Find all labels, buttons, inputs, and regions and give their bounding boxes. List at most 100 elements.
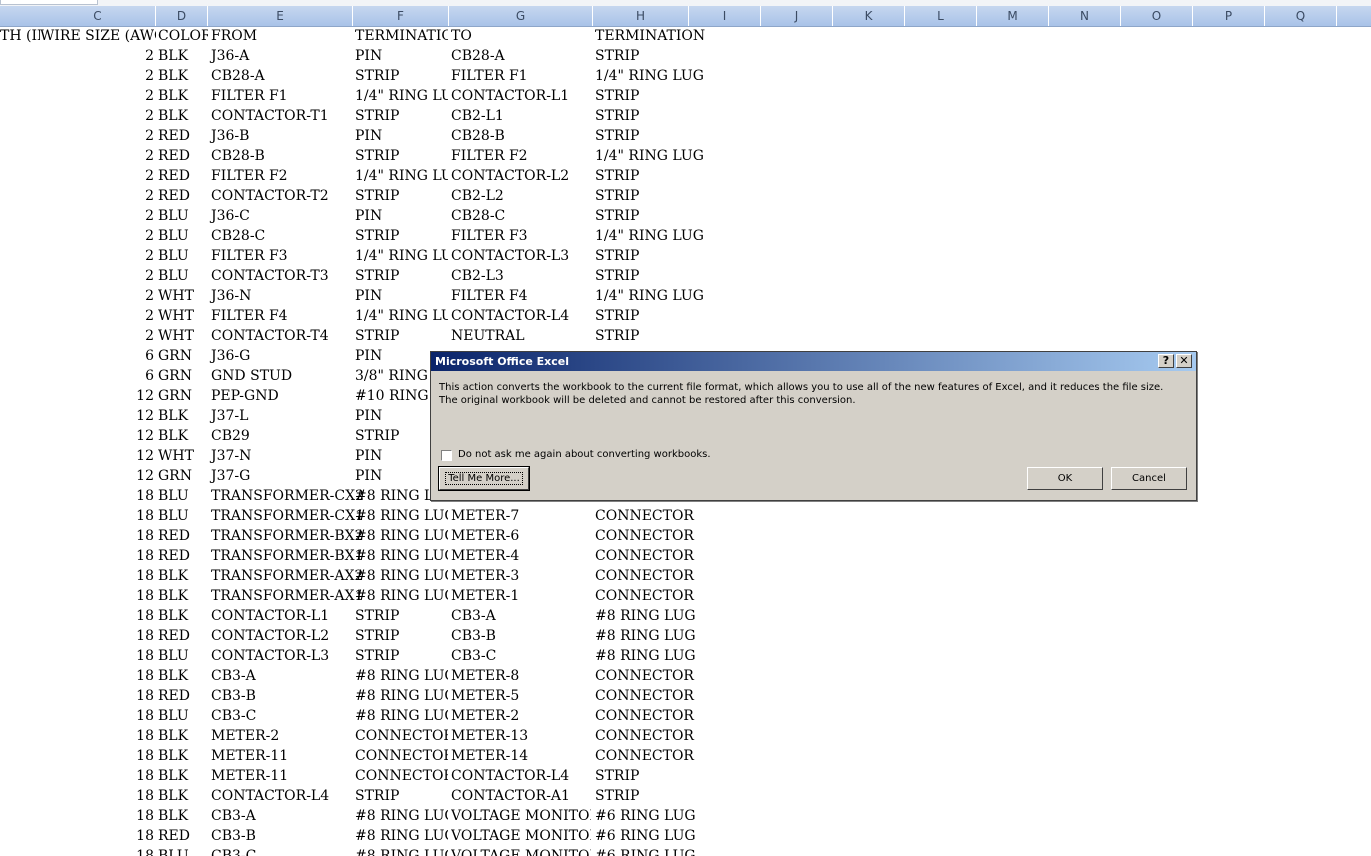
- from-termination-cell[interactable]: PIN: [355, 126, 448, 146]
- color-cell[interactable]: RED: [158, 826, 208, 846]
- from-termination-cell[interactable]: #8 RING LUG: [355, 546, 448, 566]
- color-cell[interactable]: RED: [158, 546, 208, 566]
- to-termination-cell[interactable]: STRIP: [595, 246, 735, 266]
- from-cell[interactable]: METER-11: [211, 746, 351, 766]
- to-termination-cell[interactable]: 1/4" RING LUG: [595, 226, 735, 246]
- color-cell[interactable]: WHT: [158, 306, 208, 326]
- from-termination-cell[interactable]: 1/4" RING LUG: [355, 306, 448, 326]
- header-cell-e[interactable]: FROM: [211, 26, 351, 46]
- from-cell[interactable]: J37-L: [211, 406, 351, 426]
- header-cell-b[interactable]: TH (IN: [0, 26, 40, 46]
- wire-size-cell[interactable]: 18: [40, 826, 154, 846]
- to-termination-cell[interactable]: STRIP: [595, 86, 735, 106]
- close-button[interactable]: ✕: [1176, 354, 1192, 368]
- wire-size-cell[interactable]: 18: [40, 766, 154, 786]
- wire-size-cell[interactable]: 2: [40, 46, 154, 66]
- color-cell[interactable]: RED: [158, 186, 208, 206]
- wire-size-cell[interactable]: 18: [40, 626, 154, 646]
- from-termination-cell[interactable]: CONNECTOR: [355, 726, 448, 746]
- column-header-c[interactable]: C: [40, 6, 156, 26]
- color-cell[interactable]: BLU: [158, 226, 208, 246]
- column-header-g[interactable]: G: [449, 6, 593, 26]
- color-cell[interactable]: RED: [158, 146, 208, 166]
- from-termination-cell[interactable]: STRIP: [355, 786, 448, 806]
- to-cell[interactable]: METER-8: [451, 666, 591, 686]
- header-cell-d[interactable]: COLOR: [158, 26, 208, 46]
- color-cell[interactable]: BLU: [158, 506, 208, 526]
- wire-size-cell[interactable]: 6: [40, 346, 154, 366]
- to-cell[interactable]: CB3-B: [451, 626, 591, 646]
- column-header-i[interactable]: I: [689, 6, 761, 26]
- from-cell[interactable]: GND STUD: [211, 366, 351, 386]
- wire-size-cell[interactable]: 2: [40, 206, 154, 226]
- from-cell[interactable]: FILTER F4: [211, 306, 351, 326]
- to-cell[interactable]: FILTER F1: [451, 66, 591, 86]
- wire-size-cell[interactable]: 18: [40, 746, 154, 766]
- color-cell[interactable]: BLU: [158, 266, 208, 286]
- from-cell[interactable]: CB3-B: [211, 686, 351, 706]
- wire-size-cell[interactable]: 12: [40, 466, 154, 486]
- from-cell[interactable]: CONTACTOR-L3: [211, 646, 351, 666]
- to-cell[interactable]: METER-1: [451, 586, 591, 606]
- from-termination-cell[interactable]: 1/4" RING LUG: [355, 246, 448, 266]
- from-termination-cell[interactable]: #8 RING LUG: [355, 826, 448, 846]
- from-cell[interactable]: TRANSFORMER-AX2: [211, 566, 363, 586]
- from-cell[interactable]: CB3-B: [211, 826, 351, 846]
- to-termination-cell[interactable]: STRIP: [595, 106, 735, 126]
- wire-size-cell[interactable]: 2: [40, 246, 154, 266]
- color-cell[interactable]: RED: [158, 526, 208, 546]
- color-cell[interactable]: BLK: [158, 746, 208, 766]
- to-cell[interactable]: CONTACTOR-A1: [451, 786, 591, 806]
- wire-size-cell[interactable]: 2: [40, 266, 154, 286]
- wire-size-cell[interactable]: 18: [40, 546, 154, 566]
- wire-size-cell[interactable]: 2: [40, 146, 154, 166]
- wire-size-cell[interactable]: 18: [40, 526, 154, 546]
- from-termination-cell[interactable]: #8 RING LUG: [355, 806, 448, 826]
- to-termination-cell[interactable]: STRIP: [595, 126, 735, 146]
- to-termination-cell[interactable]: STRIP: [595, 166, 735, 186]
- from-termination-cell[interactable]: STRIP: [355, 106, 448, 126]
- from-cell[interactable]: CONTACTOR-T1: [211, 106, 351, 126]
- wire-size-cell[interactable]: 18: [40, 846, 154, 856]
- color-cell[interactable]: WHT: [158, 446, 208, 466]
- to-cell[interactable]: VOLTAGE MONITOR: [451, 846, 591, 856]
- to-cell[interactable]: VOLTAGE MONITOR: [451, 806, 591, 826]
- from-cell[interactable]: TRANSFORMER-AX1: [211, 586, 363, 606]
- to-termination-cell[interactable]: CONNECTOR: [595, 726, 735, 746]
- column-header-q[interactable]: Q: [1265, 6, 1337, 26]
- color-cell[interactable]: WHT: [158, 326, 208, 346]
- color-cell[interactable]: BLU: [158, 706, 208, 726]
- to-cell[interactable]: CB28-C: [451, 206, 591, 226]
- from-termination-cell[interactable]: STRIP: [355, 186, 448, 206]
- from-cell[interactable]: J37-G: [211, 466, 351, 486]
- to-termination-cell[interactable]: CONNECTOR: [595, 526, 735, 546]
- color-cell[interactable]: BLK: [158, 406, 208, 426]
- to-termination-cell[interactable]: #8 RING LUG: [595, 626, 735, 646]
- column-header-l[interactable]: L: [905, 6, 977, 26]
- to-cell[interactable]: CB2-L3: [451, 266, 591, 286]
- wire-size-cell[interactable]: 18: [40, 806, 154, 826]
- color-cell[interactable]: BLK: [158, 426, 208, 446]
- color-cell[interactable]: BLU: [158, 846, 208, 856]
- column-header-h[interactable]: H: [593, 6, 689, 26]
- from-termination-cell[interactable]: #8 RING LUG: [355, 526, 448, 546]
- from-termination-cell[interactable]: #8 RING LUG: [355, 586, 448, 606]
- to-cell[interactable]: CONTACTOR-L4: [451, 306, 591, 326]
- to-termination-cell[interactable]: STRIP: [595, 326, 735, 346]
- wire-size-cell[interactable]: 2: [40, 66, 154, 86]
- from-termination-cell[interactable]: PIN: [355, 286, 448, 306]
- from-cell[interactable]: CONTACTOR-L2: [211, 626, 351, 646]
- to-termination-cell[interactable]: 1/4" RING LUG: [595, 286, 735, 306]
- wire-size-cell[interactable]: 18: [40, 786, 154, 806]
- color-cell[interactable]: BLU: [158, 646, 208, 666]
- from-cell[interactable]: TRANSFORMER-CX1: [211, 506, 364, 526]
- help-button[interactable]: ?: [1158, 354, 1174, 368]
- from-cell[interactable]: CB3-C: [211, 706, 351, 726]
- wire-size-cell[interactable]: 12: [40, 386, 154, 406]
- to-cell[interactable]: METER-7: [451, 506, 591, 526]
- to-cell[interactable]: CONTACTOR-L2: [451, 166, 591, 186]
- header-cell-c[interactable]: WIRE SIZE (AWG): [40, 26, 156, 46]
- to-cell[interactable]: CB2-L2: [451, 186, 591, 206]
- color-cell[interactable]: RED: [158, 686, 208, 706]
- color-cell[interactable]: BLK: [158, 666, 208, 686]
